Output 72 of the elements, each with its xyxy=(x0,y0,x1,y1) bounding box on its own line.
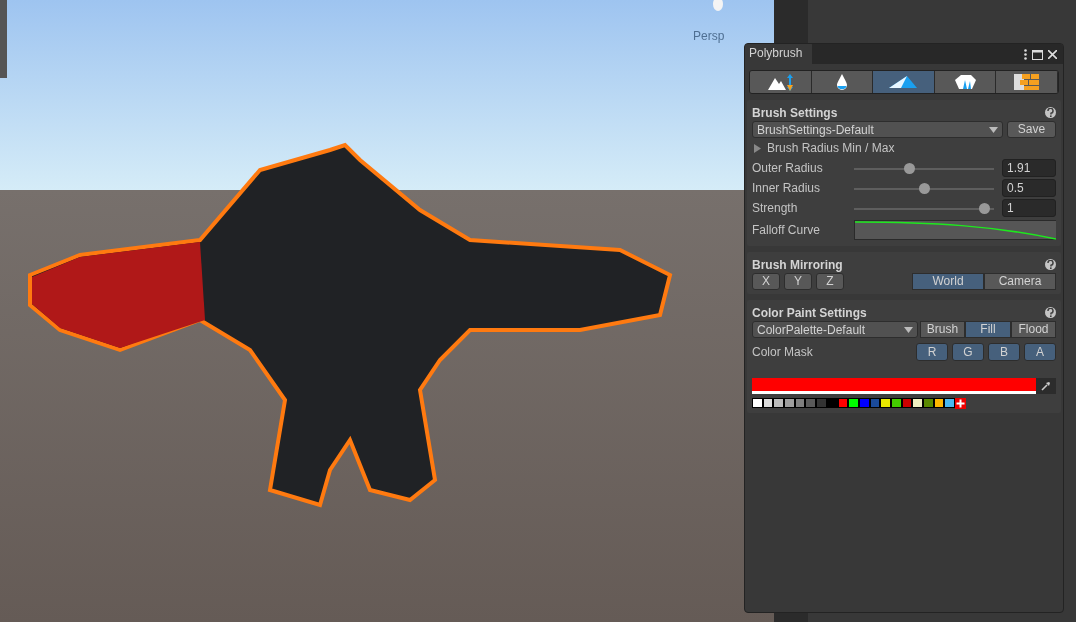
falloff-curve[interactable] xyxy=(853,220,1056,240)
color-swatch[interactable] xyxy=(848,398,859,408)
axis-toggle[interactable]: X xyxy=(752,273,780,290)
mode-toggle[interactable]: Brush xyxy=(920,321,965,338)
space-toggle[interactable]: Camera xyxy=(984,273,1056,290)
tool-tab[interactable] xyxy=(750,71,812,93)
color-swatch[interactable] xyxy=(880,398,891,408)
tool-tab[interactable] xyxy=(811,71,874,93)
number-field[interactable]: 1 xyxy=(1002,199,1056,217)
caret-down-icon xyxy=(904,326,913,333)
slider-label: Inner Radius xyxy=(752,180,822,197)
slider-thumb[interactable] xyxy=(979,202,991,214)
color-swatch[interactable] xyxy=(944,398,956,408)
color-field[interactable] xyxy=(752,378,1036,394)
color-swatch[interactable] xyxy=(890,398,902,408)
color-swatch[interactable] xyxy=(773,398,785,408)
slider-label: Strength xyxy=(752,200,799,217)
mountain-icon xyxy=(766,72,794,92)
color-swatch[interactable] xyxy=(869,398,881,408)
save-button[interactable]: Save xyxy=(1007,121,1056,138)
caret-down-icon xyxy=(989,126,998,133)
color-swatch[interactable] xyxy=(923,398,934,408)
color-swatch[interactable] xyxy=(784,398,795,408)
palette-dropdown[interactable]: ColorPalette-Default xyxy=(752,321,918,338)
axis-toggle[interactable]: Z xyxy=(816,273,844,290)
section-title: Brush Settings xyxy=(752,104,838,122)
help-icon[interactable] xyxy=(1045,307,1056,318)
slider-thumb[interactable] xyxy=(904,162,916,174)
number-field[interactable]: 1.91 xyxy=(1002,159,1056,177)
foldout-label[interactable]: Brush Radius Min / Max xyxy=(767,139,895,157)
maximize-icon[interactable] xyxy=(1032,49,1043,60)
brick-icon xyxy=(1013,73,1041,91)
close-icon[interactable] xyxy=(1048,50,1057,59)
color-swatch[interactable] xyxy=(752,398,763,408)
color-swatch[interactable] xyxy=(762,398,774,408)
preset-dropdown[interactable]: BrushSettings-Default xyxy=(752,121,1003,138)
slider-thumb[interactable] xyxy=(918,182,930,194)
eyedropper-icon[interactable] xyxy=(1041,381,1051,391)
channel-toggle[interactable]: R xyxy=(916,343,948,361)
mask-label: Color Mask xyxy=(752,344,813,361)
color-swatch[interactable] xyxy=(816,398,827,408)
color-swatch[interactable] xyxy=(826,398,838,408)
section-title: Brush Mirroring xyxy=(752,256,843,274)
camera-label[interactable]: Persp xyxy=(693,27,725,45)
mode-toggle[interactable]: Fill xyxy=(965,321,1011,338)
color-swatch[interactable] xyxy=(858,398,870,408)
space-toggle[interactable]: World xyxy=(912,273,984,290)
color-swatch[interactable] xyxy=(901,398,913,408)
color-swatch[interactable] xyxy=(805,398,817,408)
window-title: Polybrush xyxy=(745,44,813,64)
slider-label: Outer Radius xyxy=(752,160,824,177)
curve-label: Falloff Curve xyxy=(752,222,821,239)
color-swatch[interactable] xyxy=(837,398,849,408)
section-title: Color Paint Settings xyxy=(752,304,867,322)
number-field[interactable]: 0.5 xyxy=(1002,179,1056,197)
color-swatch[interactable] xyxy=(794,398,806,408)
caret-right-icon[interactable] xyxy=(754,143,762,153)
tool-tab[interactable] xyxy=(934,71,997,93)
color-swatch[interactable] xyxy=(933,398,945,408)
crystal-icon xyxy=(953,74,977,90)
add-swatch-icon[interactable] xyxy=(955,398,967,409)
channel-toggle[interactable]: A xyxy=(1024,343,1056,361)
color-swatch[interactable] xyxy=(912,398,923,408)
droplet-icon xyxy=(835,73,848,91)
axis-toggle[interactable]: Y xyxy=(784,273,812,290)
more-icon[interactable] xyxy=(1024,49,1027,60)
help-icon[interactable] xyxy=(1045,107,1056,118)
mode-toggle[interactable]: Flood xyxy=(1011,321,1056,338)
triangle-icon xyxy=(888,75,919,89)
channel-toggle[interactable]: B xyxy=(988,343,1020,361)
help-icon[interactable] xyxy=(1045,259,1056,270)
channel-toggle[interactable]: G xyxy=(952,343,984,361)
